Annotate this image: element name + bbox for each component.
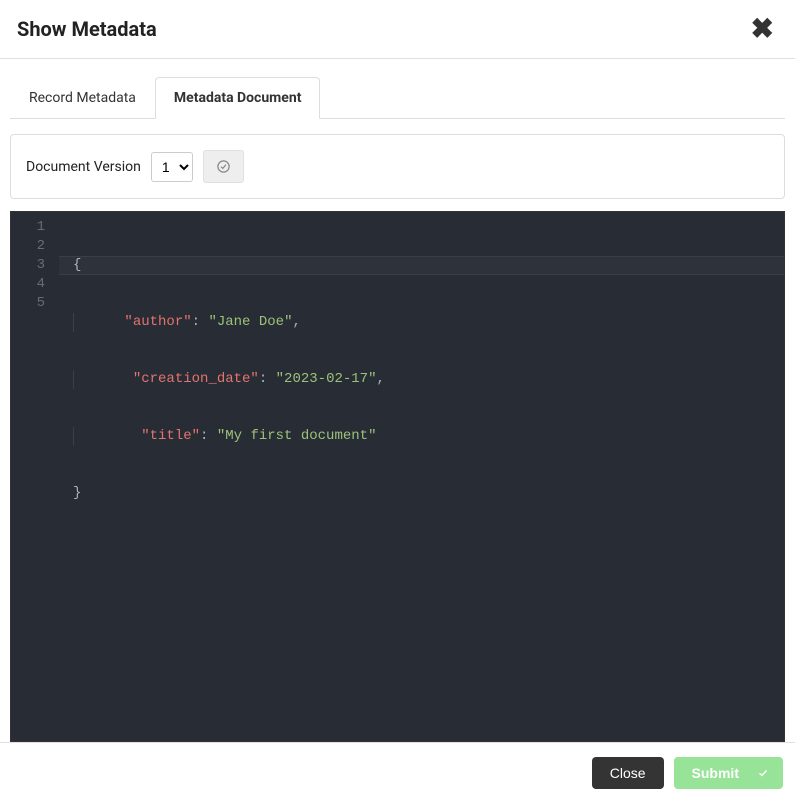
validate-button[interactable] (203, 150, 244, 183)
json-key: "creation_date" (133, 371, 259, 387)
check-circle-icon (216, 159, 231, 174)
json-key: "title" (141, 428, 200, 444)
modal-title: Show Metadata (17, 17, 157, 41)
brace-close: } (73, 485, 81, 501)
tab-record-metadata[interactable]: Record Metadata (10, 77, 155, 119)
line-number: 4 (11, 275, 51, 294)
code-line: "creation_date": "2023-02-17", (59, 370, 784, 389)
tab-metadata-document[interactable]: Metadata Document (155, 77, 321, 119)
close-icon[interactable]: ✖ (747, 15, 778, 43)
json-string: "2023-02-17" (276, 371, 377, 387)
json-colon: : (192, 314, 209, 330)
check-icon (757, 767, 769, 779)
json-comma: , (376, 371, 384, 387)
code-editor[interactable]: 1 2 3 4 5 { "author": "Jane Doe", "creat… (10, 211, 785, 742)
code-line: } (59, 484, 784, 503)
code-line: "author": "Jane Doe", (59, 313, 784, 332)
line-number: 3 (11, 256, 51, 275)
json-string: "My first document" (217, 428, 377, 444)
line-number: 2 (11, 237, 51, 256)
json-colon: : (259, 371, 276, 387)
code-content: { "author": "Jane Doe", "creation_date":… (59, 212, 784, 741)
modal-header: Show Metadata ✖ (0, 0, 795, 59)
code-line: { (59, 256, 784, 275)
brace-open: { (73, 257, 81, 273)
version-label: Document Version (26, 159, 141, 175)
json-string: "Jane Doe" (208, 314, 292, 330)
close-button[interactable]: Close (592, 757, 664, 789)
version-toolbar: Document Version 1 (10, 134, 785, 199)
line-number: 5 (11, 294, 51, 313)
json-colon: : (200, 428, 217, 444)
submit-button[interactable]: Submit (674, 757, 783, 789)
code-line: "title": "My first document" (59, 427, 784, 446)
line-number: 1 (11, 218, 51, 237)
version-select[interactable]: 1 (151, 152, 193, 182)
line-number-gutter: 1 2 3 4 5 (11, 212, 59, 741)
json-comma: , (292, 314, 300, 330)
submit-button-label: Submit (692, 765, 739, 781)
json-key: "author" (124, 314, 191, 330)
tab-bar: Record Metadata Metadata Document (10, 77, 785, 119)
modal-body: Record Metadata Metadata Document Docume… (0, 59, 795, 742)
modal-footer: Close Submit (0, 742, 795, 803)
